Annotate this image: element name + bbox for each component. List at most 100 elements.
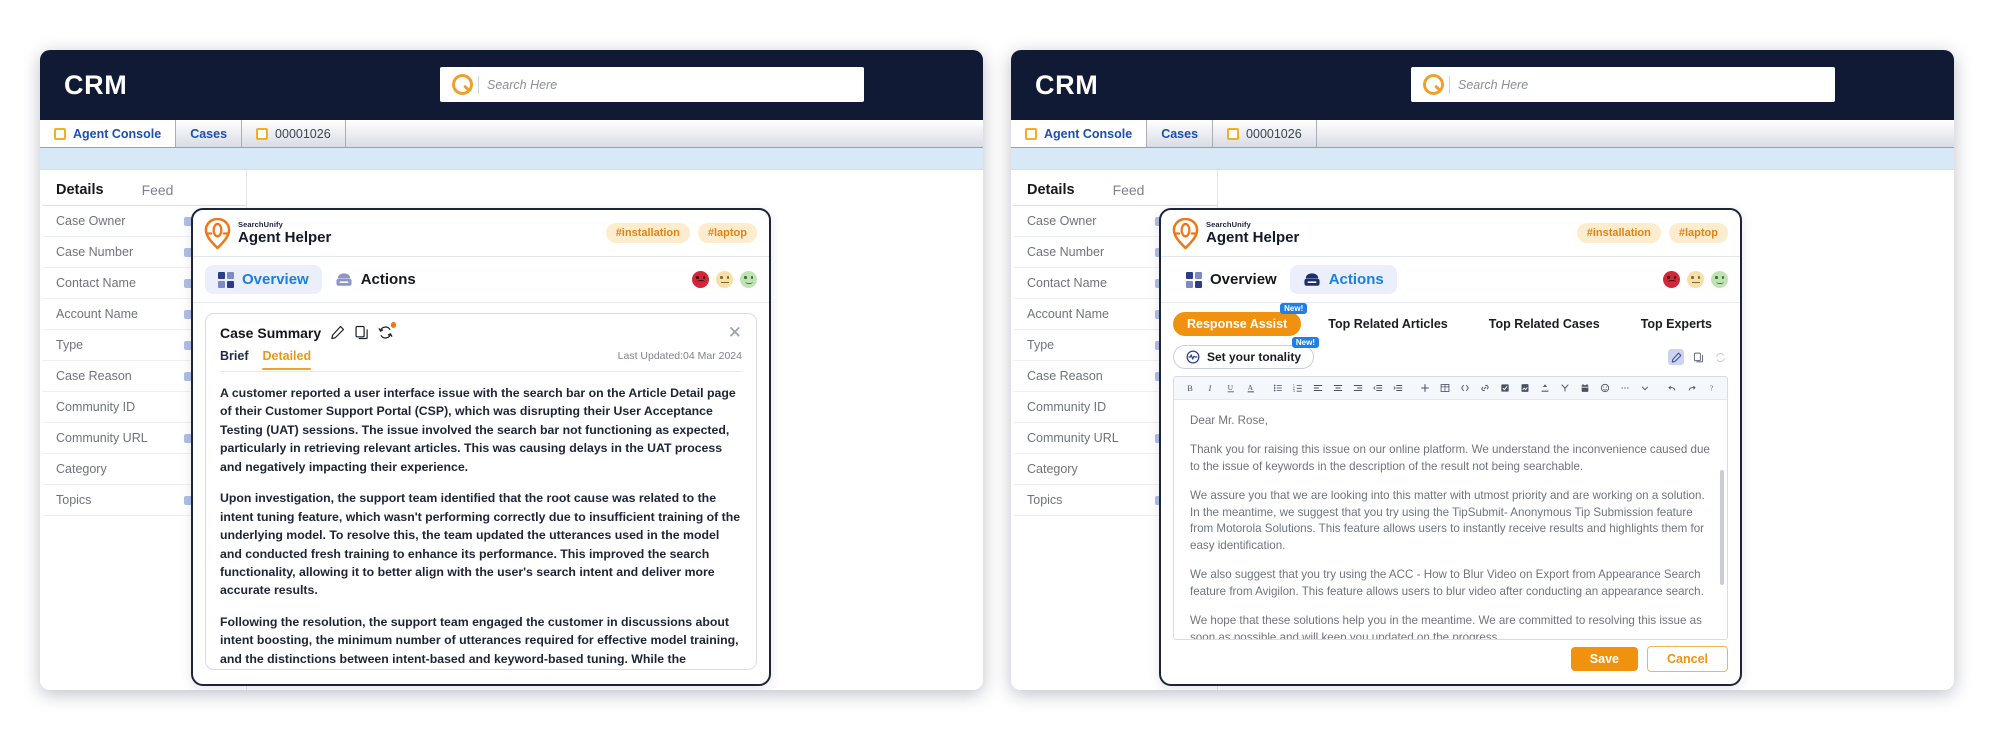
tab-top-experts[interactable]: Top Experts [1627,312,1726,336]
field-label: Case Number [56,245,134,259]
case-summary-text: A customer reported a user interface iss… [220,372,742,669]
tab-case-number-label: 00001026 [1246,126,1302,141]
svg-text:I: I [1208,384,1213,393]
save-button[interactable]: Save [1570,647,1638,671]
search-divider [1449,75,1450,94]
tab-details[interactable]: Details [56,182,104,198]
email-editor-content[interactable]: Dear Mr. Rose, Thank you for raising thi… [1174,400,1727,639]
tab-detailed[interactable]: Detailed [262,349,311,370]
edit-icon[interactable] [1668,349,1684,365]
search-input-placeholder[interactable]: Search Here [487,78,557,92]
agent-helper-body: Case Summary ✕ Brief Detailed Last Updat… [193,303,769,684]
sad-face-icon[interactable] [692,271,709,288]
align-center-icon[interactable] [1328,378,1348,398]
tag-laptop[interactable]: #laptop [697,223,757,243]
tab-overview-label: Overview [242,271,309,288]
align-left-icon[interactable] [1308,378,1328,398]
italic-icon[interactable]: I [1201,378,1221,398]
underline-icon[interactable]: U [1221,378,1241,398]
copy-icon[interactable] [354,325,369,340]
refresh-icon[interactable] [378,322,397,340]
tab-overview[interactable]: Overview [205,265,322,294]
crm-tab-strip: Agent Console Cases 00001026 [40,120,983,148]
refresh-icon[interactable] [1712,349,1728,365]
crm-search-box[interactable]: Search Here [1411,67,1835,102]
tab-square-icon [1227,127,1240,140]
tab-response-assist[interactable]: Response Assist New! [1173,303,1308,336]
checkbox-icon[interactable] [1495,378,1515,398]
field-label: Case Number [1027,245,1105,259]
sentiment-selector [692,271,757,288]
indent-icon[interactable] [1388,378,1408,398]
more-icon[interactable] [1615,378,1635,398]
tab-overview-label: Overview [1210,271,1277,288]
summary-paragraph: Upon investigation, the support team ide… [220,491,741,598]
field-label: Community URL [1027,431,1119,445]
left-crm-window: CRM Search Here Agent Console Cases 0000… [40,50,983,690]
case-summary-title: Case Summary [220,324,322,341]
bold-icon[interactable]: B [1181,378,1201,398]
tag-installation[interactable]: #installation [1576,223,1661,243]
copy-icon[interactable] [1690,349,1706,365]
tab-case-00001026[interactable]: 00001026 [1213,120,1317,147]
happy-face-icon[interactable] [1711,271,1728,288]
set-tonality-button[interactable]: Set your tonality New! [1173,337,1320,369]
calendar-icon[interactable] [1575,378,1595,398]
link-icon[interactable] [1475,378,1495,398]
code-icon[interactable] [1455,378,1475,398]
tab-cases[interactable]: Cases [176,120,243,147]
align-right-icon[interactable] [1348,378,1368,398]
neutral-face-icon[interactable] [1687,271,1704,288]
email-paragraph: We hope that these solutions help you in… [1190,614,1702,639]
tab-actions[interactable]: Actions [1289,265,1397,294]
tab-actions[interactable]: Actions [322,265,429,294]
tab-top-related-cases[interactable]: Top Related Cases [1475,312,1614,336]
table-icon[interactable] [1435,378,1455,398]
happy-face-icon[interactable] [740,271,757,288]
undo-icon[interactable] [1662,378,1682,398]
field-label: Case Owner [56,214,126,228]
chevron-down-icon[interactable] [1635,378,1655,398]
outdent-icon[interactable] [1368,378,1388,398]
tab-overview[interactable]: Overview [1173,265,1290,294]
actions-icon [336,272,352,286]
tab-details[interactable]: Details [1027,182,1075,198]
tab-brief[interactable]: Brief [220,349,248,369]
insert-icon[interactable] [1415,378,1435,398]
email-paragraph: Thank you for raising this issue on our … [1190,443,1710,473]
tab-agent-console-label: Agent Console [1044,126,1133,141]
merge-field-icon[interactable] [1555,378,1575,398]
tab-cases[interactable]: Cases [1147,120,1214,147]
editor-scrollbar[interactable] [1720,470,1724,585]
redo-icon[interactable] [1682,378,1702,398]
crm-search-box[interactable]: Search Here [440,67,864,102]
attachment-icon[interactable] [1535,378,1555,398]
tonality-row: Set your tonality New! [1161,337,1740,376]
field-label: Account Name [1027,307,1109,321]
tab-feed[interactable]: Feed [1113,182,1145,198]
close-icon[interactable]: ✕ [728,324,742,341]
help-icon[interactable]: ? [1702,378,1722,398]
search-input-placeholder[interactable]: Search Here [1458,78,1528,92]
tab-agent-console[interactable]: Agent Console [1011,120,1148,147]
tag-installation[interactable]: #installation [605,223,690,243]
tab-feed[interactable]: Feed [142,182,174,198]
left-body-area: Details Feed Case Owner Case Number Cont… [40,148,983,690]
tab-case-number-label: 00001026 [275,126,331,141]
tab-top-related-articles[interactable]: Top Related Articles [1314,312,1461,336]
tab-case-00001026[interactable]: 00001026 [242,120,346,147]
tab-agent-console[interactable]: Agent Console [40,120,177,147]
emoji-icon[interactable] [1595,378,1615,398]
agent-helper-panel: SearchUnify Agent Helper #installation #… [191,208,771,686]
edit-icon[interactable] [330,325,345,340]
search-divider [478,75,479,94]
bullet-list-icon[interactable] [1268,378,1288,398]
screenshot-stage: CRM Search Here Agent Console Cases 0000… [0,0,2000,732]
text-color-icon[interactable]: A [1241,378,1261,398]
cancel-button[interactable]: Cancel [1647,646,1728,672]
sad-face-icon[interactable] [1663,271,1680,288]
numbered-list-icon[interactable]: 123 [1288,378,1308,398]
image-icon[interactable] [1515,378,1535,398]
tag-laptop[interactable]: #laptop [1668,223,1728,243]
neutral-face-icon[interactable] [716,271,733,288]
